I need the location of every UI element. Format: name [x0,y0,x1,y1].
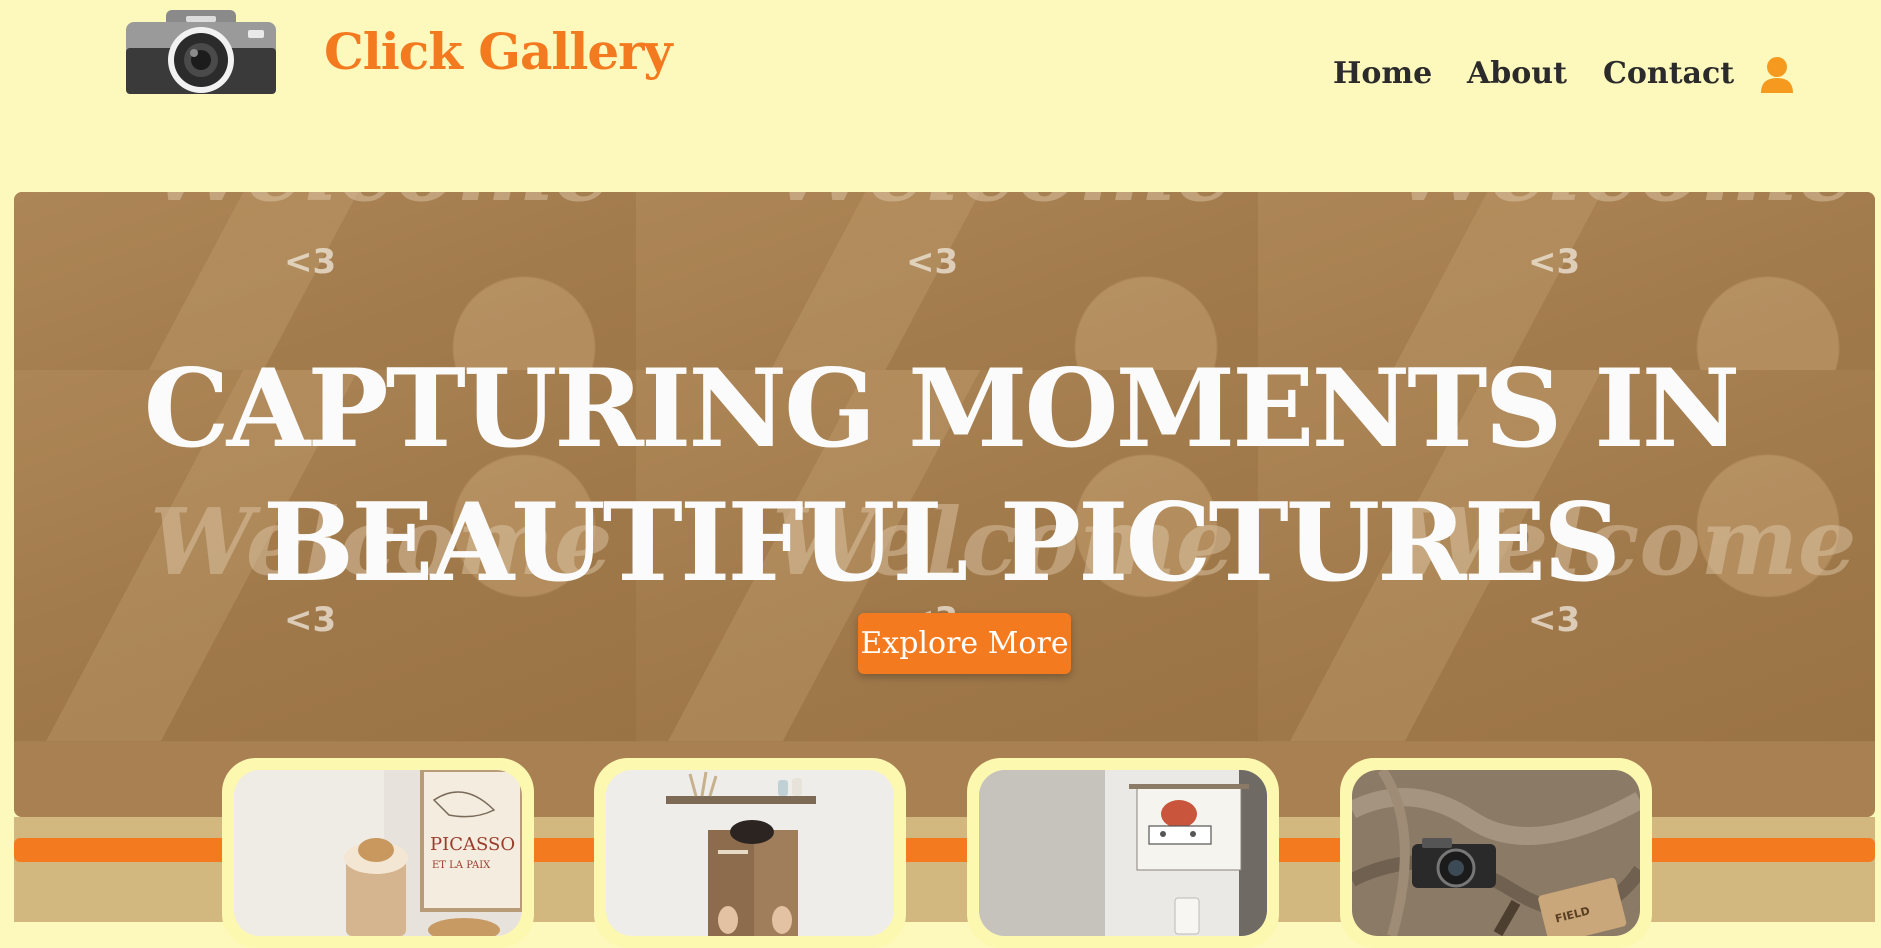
headline-line-2: BEAUTIFUL PICTURES [262,480,1621,606]
camera-logo-icon [126,8,276,96]
user-icon[interactable] [1760,56,1794,94]
nav-home-link[interactable]: Home [1333,56,1432,91]
camera-blanket-photo: FIELD [1352,770,1640,936]
hero-headline: CAPTURING MOMENTS IN BEAUTIFUL PICTURES [0,342,1881,610]
svg-text:ET LA PAIX: ET LA PAIX [432,860,491,871]
gallery-card[interactable]: PICASSO ET LA PAIX [222,758,534,948]
nav-about-link[interactable]: About [1467,56,1567,91]
gallery-card[interactable] [594,758,906,948]
latte-picasso-photo: PICASSO ET LA PAIX [234,770,522,936]
headline-line-1: CAPTURING MOMENTS IN [143,346,1741,472]
book-reading-photo [606,770,894,936]
gallery-card[interactable]: FIELD [1340,758,1652,948]
nav-contact-link[interactable]: Contact [1603,56,1734,91]
wall-hanging-photo [979,770,1267,936]
brand-title[interactable]: Click Gallery [324,22,673,81]
svg-text:PICASSO: PICASSO [430,834,515,855]
explore-more-button[interactable]: Explore More [858,613,1071,674]
gallery-card[interactable] [967,758,1279,948]
